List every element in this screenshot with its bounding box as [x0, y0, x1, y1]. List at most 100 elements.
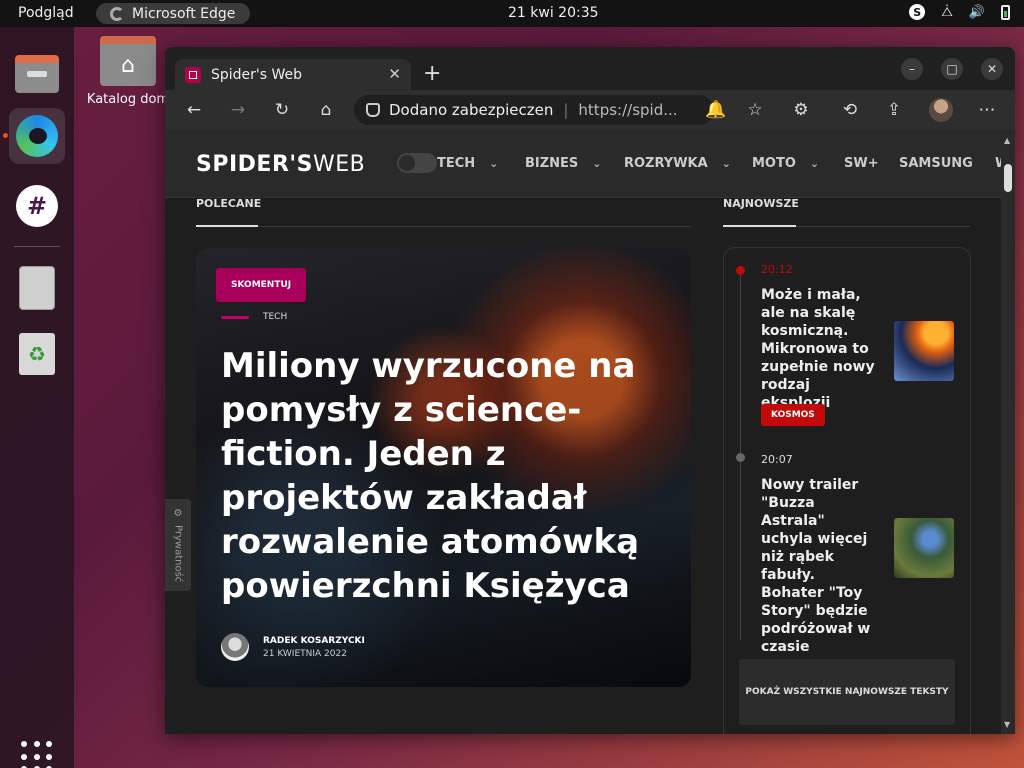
app-menu-button[interactable]: Microsoft Edge: [96, 3, 250, 24]
disk-icon: [19, 266, 55, 310]
tab-spiders-web[interactable]: Spider's Web ✕: [175, 59, 411, 90]
url-text: https://spid...: [578, 101, 678, 119]
browser-toolbar: ← → ↻ ⌂ Dodano zabezpieczen | https://sp…: [165, 90, 1015, 130]
hero-article[interactable]: SKOMENTUJ TECH Miliony wyrzucone na pomy…: [196, 248, 691, 687]
network-icon[interactable]: ⧊: [941, 5, 953, 20]
scroll-thumb[interactable]: [1004, 164, 1012, 192]
more-menu-icon[interactable]: ⋯: [975, 98, 999, 122]
address-bar[interactable]: Dodano zabezpieczen | https://spid...: [354, 95, 714, 125]
security-label: Dodano zabezpieczen: [389, 101, 554, 119]
scroll-up-icon[interactable]: ▲: [1004, 136, 1010, 145]
close-tab-icon[interactable]: ✕: [388, 65, 401, 83]
logo-light: WEB: [312, 152, 366, 177]
dock-slack[interactable]: #: [9, 178, 65, 234]
dock-trash[interactable]: ♻: [9, 326, 65, 382]
comment-badge[interactable]: SKOMENTUJ: [216, 268, 307, 302]
news-title[interactable]: Nowy trailer "Buzza Astrala" uchyla więc…: [761, 476, 879, 656]
trash-icon: ♻: [19, 333, 55, 375]
dock-separator: [14, 246, 60, 247]
news-time: 20:12: [761, 263, 793, 276]
edge-window: Spider's Web ✕ + – □ ✕ ← → ↻ ⌂ Dodano za…: [165, 47, 1015, 734]
app-menu-label: Microsoft Edge: [132, 5, 236, 22]
address-divider: |: [563, 101, 569, 119]
home-folder-label: Katalog dom: [86, 92, 170, 107]
dock-files[interactable]: [9, 46, 65, 102]
forward-button[interactable]: →: [226, 98, 250, 122]
files-icon: [15, 55, 59, 93]
section-featured-label: POLECANE: [196, 197, 262, 210]
news-title[interactable]: Może i mała, ale na skalę kosmiczną. Mik…: [761, 286, 879, 412]
history-icon[interactable]: ⟲: [838, 98, 862, 122]
tracking-prevention-icon[interactable]: 🔔: [704, 98, 728, 122]
timeline-dot: [736, 266, 745, 275]
gear-icon: ⚙: [172, 507, 184, 519]
running-indicator: [3, 133, 8, 138]
page-scrollbar[interactable]: ▲ ▼: [1001, 130, 1015, 734]
show-apps-button[interactable]: [21, 741, 53, 768]
latest-news-panel: 20:12 Może i mała, ale na skalę kosmiczn…: [723, 247, 971, 734]
desktop-home-folder[interactable]: ⌂ Katalog dom: [84, 36, 172, 107]
slack-icon: #: [16, 185, 58, 227]
hero-category-label: TECH: [263, 312, 288, 322]
privacy-label: Prywatność: [172, 524, 184, 583]
nav-item-biznes[interactable]: BIZNES ⌄: [525, 156, 602, 171]
site-nav: SPIDER'SWEB TECH ⌄ BIZNES ⌄ ROZRYWKA ⌄ MOTO…: [165, 130, 1009, 198]
add-favorite-icon[interactable]: ☆: [743, 98, 767, 122]
tab-bar: Spider's Web ✕ + – □ ✕: [165, 47, 1015, 90]
edge-icon: [110, 6, 124, 21]
news-tag[interactable]: KOSMOS: [761, 404, 825, 426]
minimize-button[interactable]: –: [901, 58, 923, 80]
nav-item-rozrywka[interactable]: ROZRYWKA ⌄: [624, 156, 731, 171]
profile-avatar[interactable]: [929, 98, 953, 122]
extensions-icon[interactable]: ⚙: [789, 98, 813, 122]
nav-item-moto[interactable]: MOTO ⌄: [752, 156, 819, 171]
new-tab-button[interactable]: +: [423, 61, 441, 86]
site-favicon-icon: [185, 66, 201, 83]
activities-button[interactable]: Podgląd: [18, 5, 74, 21]
share-icon[interactable]: ⇪: [882, 98, 906, 122]
clock[interactable]: 21 kwi 20:35: [508, 5, 599, 21]
top-bar: Podgląd Microsoft Edge 21 kwi 20:35 S ⧊ …: [0, 0, 1024, 27]
chevron-down-icon: ⌄: [592, 157, 602, 170]
scroll-down-icon[interactable]: ▼: [1004, 720, 1010, 729]
author-name: RADEK KOSARZYCKI: [263, 635, 365, 646]
nav-item-samsung[interactable]: SAMSUNG: [899, 156, 973, 171]
dock-edge[interactable]: [9, 108, 65, 164]
news-thumbnail[interactable]: [894, 321, 954, 381]
skype-icon[interactable]: S: [909, 4, 926, 20]
hero-category[interactable]: TECH: [221, 312, 287, 322]
section-latest-divider: [723, 225, 970, 227]
battery-icon[interactable]: [1001, 4, 1010, 20]
maximize-button[interactable]: □: [941, 58, 963, 80]
home-folder-icon: ⌂: [100, 36, 156, 86]
home-button[interactable]: ⌂: [314, 98, 338, 122]
tab-title: Spider's Web: [211, 66, 303, 83]
web-page: SPIDER'SWEB TECH ⌄ BIZNES ⌄ ROZRYWKA ⌄ MOTO…: [165, 130, 1015, 734]
dock-disk[interactable]: [9, 260, 65, 316]
show-all-button[interactable]: POKAŻ WSZYSTKIE NAJNOWSZE TEKSTY: [739, 659, 955, 725]
hero-title[interactable]: Miliony wyrzucone na pomysły z science-f…: [221, 344, 651, 608]
dock: # ♻: [0, 27, 74, 768]
chevron-down-icon: ⌄: [721, 157, 731, 170]
chevron-down-icon: ⌄: [809, 157, 820, 170]
timeline-dot: [736, 453, 745, 462]
refresh-button[interactable]: ↻: [270, 98, 294, 122]
section-latest-label: NAJNOWSZE: [723, 197, 799, 210]
logo-bold: SPIDER'S: [196, 152, 313, 177]
news-thumbnail[interactable]: [894, 518, 954, 578]
hero-author[interactable]: RADEK KOSARZYCKI 21 KWIETNIA 2022: [221, 633, 365, 661]
category-bar: [221, 315, 249, 319]
news-time: 20:07: [761, 453, 793, 466]
lock-icon[interactable]: [366, 103, 380, 117]
chevron-down-icon: ⌄: [489, 157, 499, 170]
privacy-tab[interactable]: ⚙ Prywatność: [165, 499, 191, 591]
close-window-button[interactable]: ✕: [981, 58, 1003, 80]
site-logo[interactable]: SPIDER'SWEB: [196, 152, 365, 177]
dark-mode-toggle[interactable]: [397, 153, 437, 173]
back-button[interactable]: ←: [182, 98, 206, 122]
nav-item-tech[interactable]: TECH ⌄: [437, 156, 498, 171]
volume-icon[interactable]: 🔊: [969, 5, 985, 20]
system-tray[interactable]: S ⧊ 🔊: [909, 4, 1010, 20]
edge-icon: [16, 115, 58, 157]
nav-item-swplus[interactable]: SW+: [844, 156, 879, 171]
